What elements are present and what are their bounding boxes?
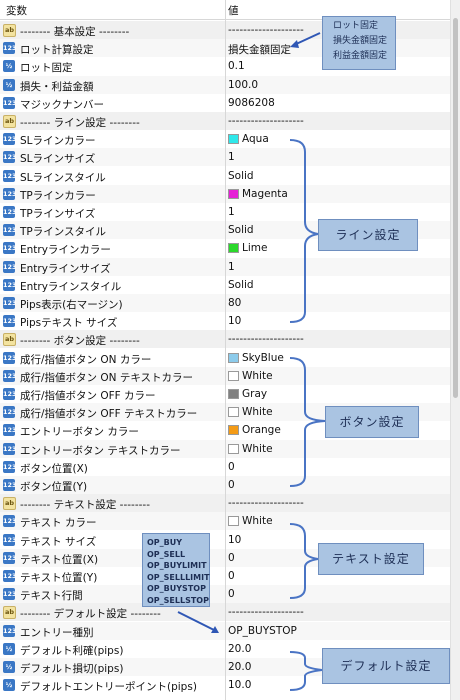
bracket-line-settings [289,139,319,323]
order-type-buystop: OP_BUYSTOP [147,584,206,593]
arrow-order-types [177,611,219,633]
callout-text-settings: テキスト設定 [318,543,424,575]
lot-mode-loss: 損失金額固定 [333,36,388,46]
callout-lot-mode: ロット固定 損失金額固定 利益金額固定 [322,16,396,70]
bracket-default-settings [289,651,323,691]
callout-line-settings: ライン設定 [318,219,418,251]
callout-default-settings: デフォルト設定 [322,648,450,684]
bracket-text-settings [289,523,319,599]
order-type-sellstop: OP_SELLSTOP [147,595,209,605]
lot-mode-profit: 利益金額固定 [333,51,388,61]
order-type-buy: OP_BUY [147,538,183,547]
order-type-selllimit: OP_SELLLIMIT [147,572,210,582]
bracket-button-settings [289,357,326,487]
lot-mode-fixed: ロット固定 [333,21,379,31]
callout-button-settings: ボタン設定 [325,406,419,438]
annotation-overlay [177,32,326,691]
order-type-buylimit: OP_BUYLIMIT [147,561,207,570]
order-type-sell: OP_SELL [147,549,186,559]
arrow-lot-mode [290,32,321,48]
callout-order-types: OP_BUY OP_SELL OP_BUYLIMIT OP_SELLLIMIT … [142,533,210,607]
